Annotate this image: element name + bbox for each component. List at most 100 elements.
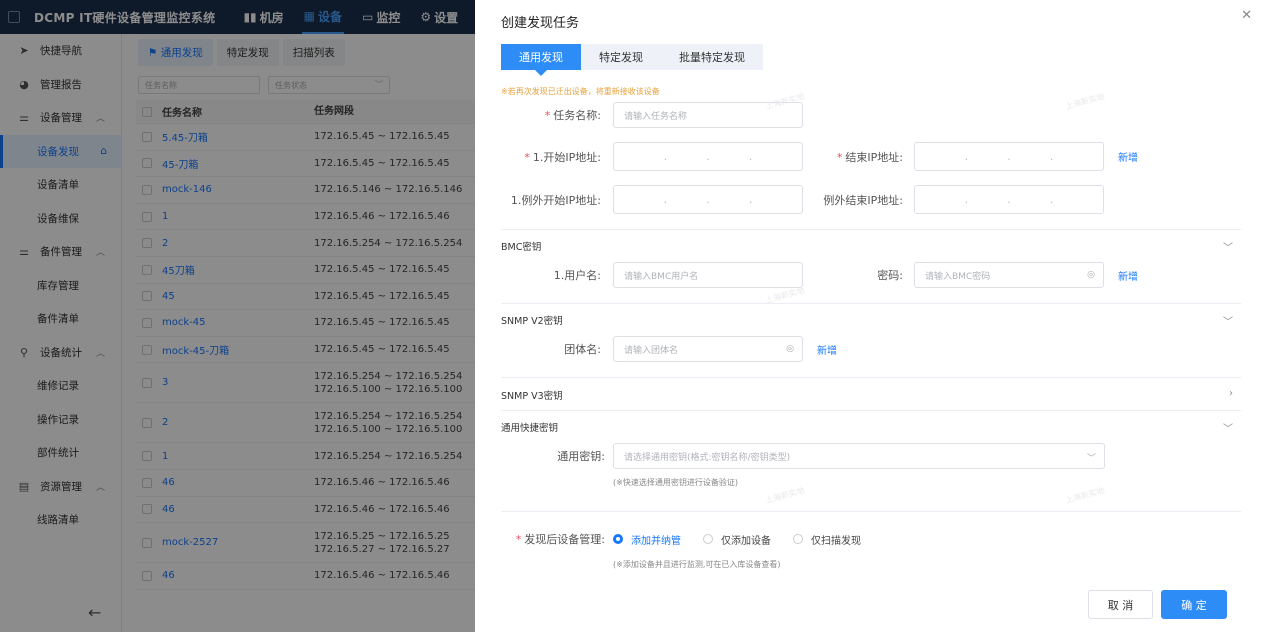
row-checkbox[interactable] (142, 317, 152, 328)
sidebar-item-device-mgmt[interactable]: ⚌ 设备管理 ︿ (0, 101, 121, 135)
table-row[interactable]: 46 172.16.5.46 ~ 172.16.5.46 (136, 497, 475, 524)
topnav-monitor[interactable]: ▭ 监控 (360, 0, 402, 34)
task-name-link[interactable]: 45刀箱 (162, 262, 314, 277)
row-checkbox[interactable] (142, 291, 152, 302)
table-row[interactable]: mock-2527 172.16.5.25 ~ 172.16.5.25 172.16… (136, 523, 475, 564)
snmp-v3-section-header[interactable]: SNMP V3密钥 › (501, 388, 1241, 402)
task-name-link[interactable]: mock-45 (162, 317, 314, 328)
task-name-link[interactable]: 46 (162, 477, 314, 488)
cancel-button[interactable]: 取 消 (1088, 590, 1153, 619)
radio-scan-only[interactable]: 仅扫描发现 (793, 532, 861, 547)
task-name-link[interactable]: mock-146 (162, 184, 314, 195)
sidebar-item-lines[interactable]: 线路清单 (0, 503, 121, 537)
task-name-link[interactable]: 5.45-刀箱 (162, 129, 314, 144)
arrow-left-icon[interactable]: ← (88, 603, 101, 622)
tab-general-discovery[interactable]: ⚑ 通用发现 (138, 38, 213, 66)
task-name-link[interactable]: 1 (162, 451, 314, 462)
table-row[interactable]: 5.45-刀箱 172.16.5.45 ~ 172.16.5.45 (136, 124, 475, 151)
community-input[interactable]: 请输入团体名 ◎ (613, 336, 803, 362)
drawer-tab-general[interactable]: 通用发现 (501, 44, 581, 76)
bmc-section-header[interactable]: BMC密钥 ﹀ (501, 239, 1241, 254)
row-checkbox[interactable] (142, 537, 152, 548)
sidebar-item-stock[interactable]: 库存管理 (0, 269, 121, 303)
add-ip-range-link[interactable]: 新增 (1118, 149, 1138, 164)
row-checkbox[interactable] (142, 211, 152, 222)
table-row[interactable]: 1 172.16.5.46 ~ 172.16.5.46 (136, 204, 475, 231)
exclude-start-input[interactable]: ... (613, 185, 803, 214)
radio-add-and-manage[interactable]: 添加并纳管 (613, 532, 681, 547)
row-checkbox[interactable] (142, 184, 152, 195)
topnav-device[interactable]: ▦ 设备 (301, 0, 345, 34)
add-community-link[interactable]: 新增 (817, 342, 837, 357)
select-all-checkbox[interactable] (142, 106, 152, 117)
row-checkbox[interactable] (142, 344, 152, 355)
sidebar-item-oplog[interactable]: 操作记录 (0, 403, 121, 437)
sidebar-item-device-discovery[interactable]: 设备发现 ⌂ (0, 134, 121, 168)
sidebar-item-device-stats[interactable]: ⚲ 设备统计 ︿ (0, 336, 121, 370)
close-icon[interactable]: ✕ (1241, 8, 1252, 23)
task-name-link[interactable]: 2 (162, 417, 314, 428)
table-row[interactable]: 2 172.16.5.254 ~ 172.16.5.254 (136, 230, 475, 257)
tab-specific-discovery[interactable]: 特定发现 (216, 38, 279, 66)
bmc-user-input[interactable]: 请输入BMC用户名 (613, 262, 803, 288)
table-row[interactable]: 3 172.16.5.254 ~ 172.16.5.254 172.16.5.100… (136, 363, 475, 404)
eye-off-icon[interactable]: ◎ (786, 344, 794, 354)
drawer-tab-batch[interactable]: 批量特定发现 (661, 44, 763, 70)
row-checkbox[interactable] (142, 264, 152, 275)
confirm-button[interactable]: 确 定 (1161, 590, 1227, 619)
table-row[interactable]: 45 172.16.5.45 ~ 172.16.5.45 (136, 284, 475, 311)
task-name-link[interactable]: mock-2527 (162, 537, 314, 548)
task-name-link[interactable]: 46 (162, 504, 314, 515)
snmp-v2-section-header[interactable]: SNMP V2密钥 ﹀ (501, 313, 1241, 328)
sidebar-item-maintenance[interactable]: 设备维保 (0, 202, 121, 236)
task-name-link[interactable]: 2 (162, 238, 314, 249)
quick-key-section-header[interactable]: 通用快捷密钥 ﹀ (501, 420, 1241, 435)
table-row[interactable]: 45-刀箱 172.16.5.45 ~ 172.16.5.45 (136, 151, 475, 178)
quick-key-select[interactable]: 请选择通用密钥(格式:密钥名称/密钥类型) ﹀ (613, 443, 1105, 469)
row-checkbox[interactable] (142, 131, 152, 142)
table-row[interactable]: 1 172.16.5.254 ~ 172.16.5.254 (136, 443, 475, 470)
exclude-end-input[interactable]: ... (914, 185, 1104, 214)
start-ip-input[interactable]: ... (613, 142, 803, 171)
row-checkbox[interactable] (142, 451, 152, 462)
table-row[interactable]: mock-45 172.16.5.45 ~ 172.16.5.45 (136, 310, 475, 337)
end-ip-input[interactable]: ... (914, 142, 1104, 171)
table-row[interactable]: 46 172.16.5.46 ~ 172.16.5.46 (136, 563, 475, 590)
task-status-filter[interactable]: 任务状态 ﹀ (268, 76, 390, 94)
table-row[interactable]: mock-146 172.16.5.146 ~ 172.16.5.146 (136, 177, 475, 204)
task-name-link[interactable]: mock-45-刀箱 (162, 342, 314, 357)
task-name-link[interactable]: 3 (162, 377, 314, 388)
tab-scan-list[interactable]: 扫描列表 (282, 38, 345, 66)
row-checkbox[interactable] (142, 417, 152, 428)
task-name-filter[interactable]: 任务名称 (138, 76, 260, 94)
row-checkbox[interactable] (142, 238, 152, 249)
table-row[interactable]: 2 172.16.5.254 ~ 172.16.5.254 172.16.5.100… (136, 403, 475, 444)
radio-add-only[interactable]: 仅添加设备 (703, 532, 771, 547)
sidebar-item-part-stats[interactable]: 部件统计 (0, 436, 121, 470)
task-name-link[interactable]: 1 (162, 211, 314, 222)
sidebar-item-spare-mgmt[interactable]: ⚌ 备件管理 ︿ (0, 235, 121, 269)
task-name-link[interactable]: 46 (162, 570, 314, 581)
sidebar-item-spare-list[interactable]: 备件清单 (0, 302, 121, 336)
table-row[interactable]: mock-45-刀箱 172.16.5.45 ~ 172.16.5.45 (136, 337, 475, 364)
sidebar-item-repair[interactable]: 维修记录 (0, 369, 121, 403)
drawer-tab-specific[interactable]: 特定发现 (581, 44, 661, 70)
bmc-password-input[interactable]: 请输入BMC密码 ◎ (914, 262, 1104, 288)
row-checkbox[interactable] (142, 504, 152, 515)
add-bmc-link[interactable]: 新增 (1118, 268, 1138, 283)
sidebar-item-quick-nav[interactable]: ➤ 快捷导航 (0, 34, 121, 68)
row-checkbox[interactable] (142, 570, 152, 581)
row-checkbox[interactable] (142, 477, 152, 488)
row-checkbox[interactable] (142, 158, 152, 169)
sidebar-item-device-list[interactable]: 设备清单 (0, 168, 121, 202)
sidebar-item-resource[interactable]: ▤ 资源管理 ︿ (0, 470, 121, 504)
task-name-link[interactable]: 45-刀箱 (162, 156, 314, 171)
table-row[interactable]: 45刀箱 172.16.5.45 ~ 172.16.5.45 (136, 257, 475, 284)
topnav-room[interactable]: ▮▮ 机房 (241, 0, 285, 34)
sidebar-item-report[interactable]: ◕ 管理报告 (0, 68, 121, 102)
row-checkbox[interactable] (142, 377, 152, 388)
eye-off-icon[interactable]: ◎ (1087, 270, 1095, 280)
table-row[interactable]: 46 172.16.5.46 ~ 172.16.5.46 (136, 470, 475, 497)
task-name-link[interactable]: 45 (162, 291, 314, 302)
topnav-settings[interactable]: ⚙ 设置 (418, 0, 460, 34)
